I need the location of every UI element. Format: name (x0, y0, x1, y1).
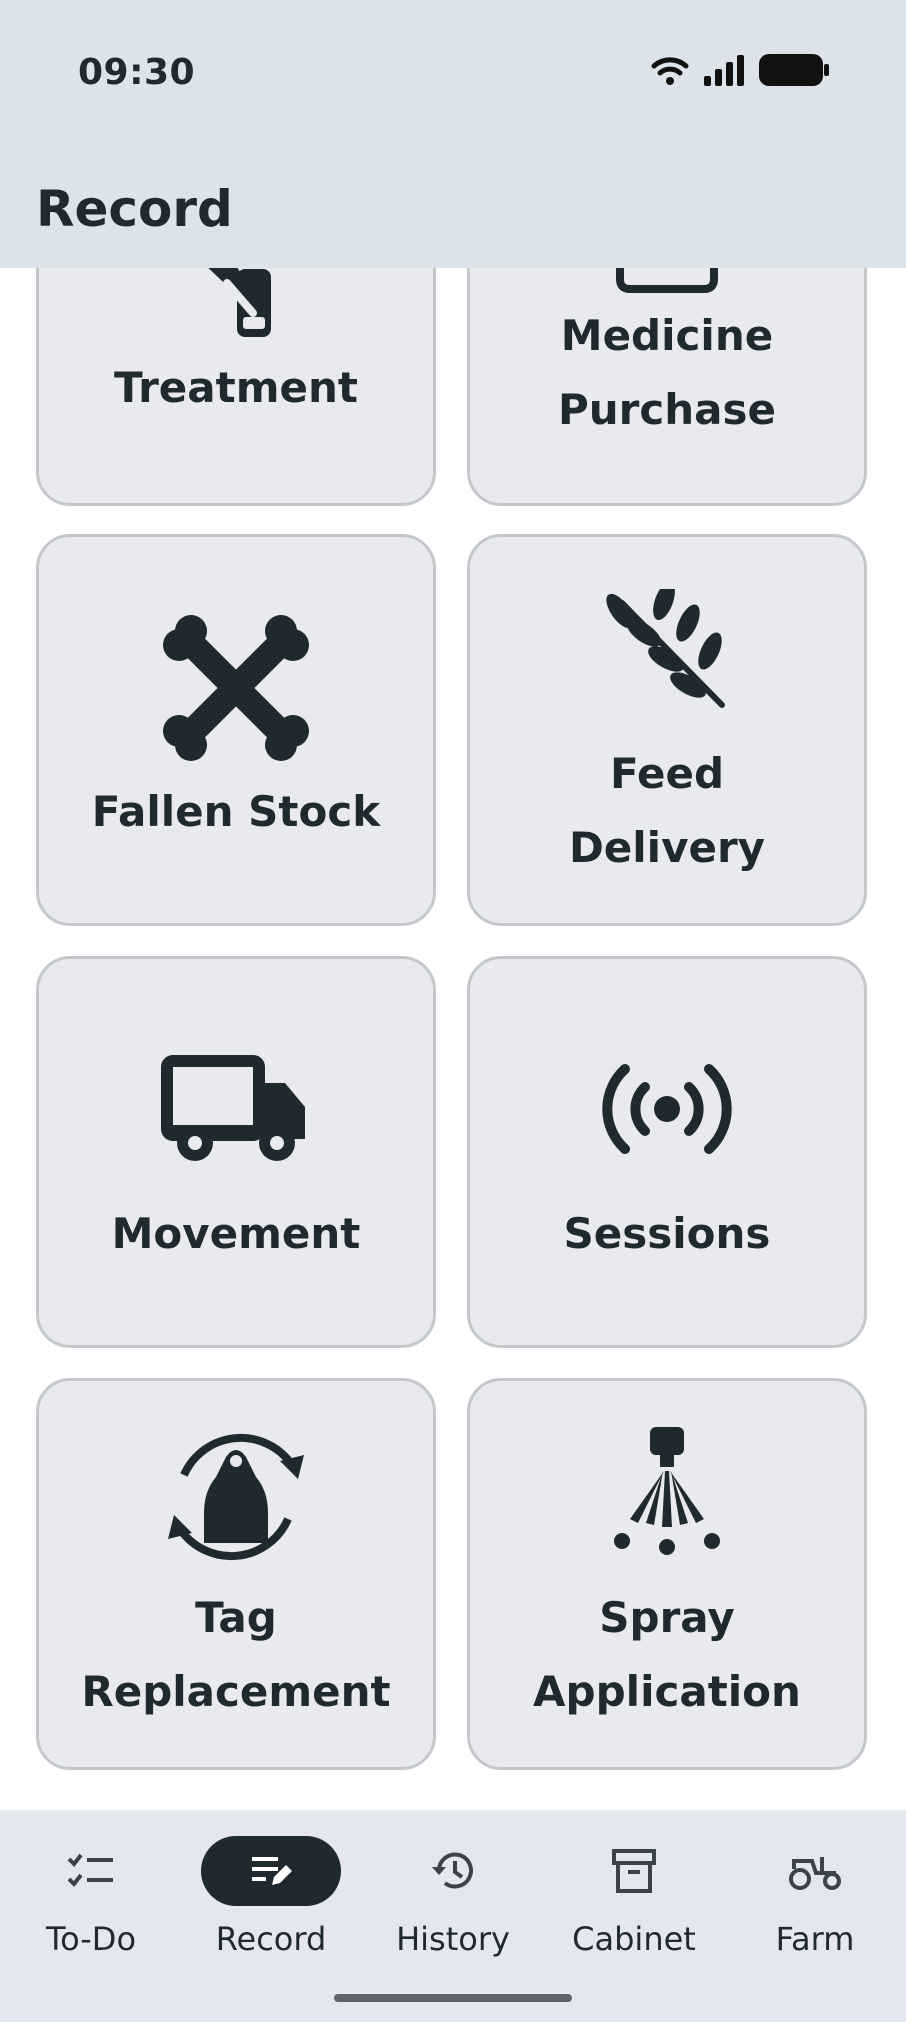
page-title: Record (36, 180, 233, 238)
battery-icon (759, 54, 829, 86)
nav-item-history[interactable]: History (363, 1836, 543, 1976)
record-grid[interactable]: Treatment Medicine Purchase Fallen Stock… (0, 268, 906, 1810)
tile-medicine-purchase[interactable]: Medicine Purchase (467, 268, 867, 506)
ear-tag-refresh-icon (39, 1417, 433, 1577)
tile-sessions[interactable]: Sessions (467, 956, 867, 1348)
tile-label: Feed Delivery (568, 749, 766, 872)
cellular-signal-icon (704, 55, 744, 86)
tile-fallen-stock[interactable]: Fallen Stock (36, 534, 436, 926)
tile-label: Movement (111, 1209, 361, 1258)
syringe-icon (39, 268, 433, 351)
archive-box-icon (564, 1836, 704, 1906)
tile-movement[interactable]: Movement (36, 956, 436, 1348)
tile-label: Sessions (563, 1209, 771, 1258)
nav-label: To-Do (45, 1920, 137, 1958)
home-indicator[interactable] (334, 1994, 572, 2002)
wheat-stalk-icon (470, 589, 864, 719)
checklist-icon (21, 1836, 161, 1906)
tile-label: Treatment (114, 363, 358, 412)
status-bar: 09:30 (0, 0, 906, 120)
nav-item-todo[interactable]: To-Do (1, 1836, 181, 1976)
tile-label: Fallen Stock (91, 787, 381, 836)
nav-item-farm[interactable]: Farm (725, 1836, 905, 1976)
status-time: 09:30 (78, 52, 196, 93)
nav-label: Cabinet (572, 1920, 696, 1958)
tile-label: Medicine Purchase (557, 311, 777, 434)
tile-label: Spray Application (533, 1593, 801, 1716)
bottom-nav: To-Do Record History Cabinet Farm (0, 1810, 906, 2022)
tractor-icon (745, 1836, 885, 1906)
nav-label: History (396, 1920, 510, 1958)
tile-treatment[interactable]: Treatment (36, 268, 436, 506)
edit-note-icon (201, 1836, 341, 1906)
nav-label: Record (215, 1920, 327, 1958)
nav-item-cabinet[interactable]: Cabinet (544, 1836, 724, 1976)
tile-label: Tag Replacement (81, 1593, 391, 1716)
tile-feed-delivery[interactable]: Feed Delivery (467, 534, 867, 926)
tile-tag-replacement[interactable]: Tag Replacement (36, 1378, 436, 1770)
nav-item-record[interactable]: Record (181, 1836, 361, 1976)
wifi-icon (651, 57, 689, 85)
box-icon (470, 268, 864, 293)
broadcast-signal-icon (470, 1059, 864, 1159)
spray-nozzle-icon (470, 1427, 864, 1557)
status-icons (650, 52, 830, 88)
app-header: Record (0, 120, 906, 268)
crossed-bones-icon (39, 613, 433, 763)
truck-icon (39, 1055, 433, 1165)
history-icon (383, 1836, 523, 1906)
nav-label: Farm (775, 1920, 855, 1958)
tile-spray-application[interactable]: Spray Application (467, 1378, 867, 1770)
